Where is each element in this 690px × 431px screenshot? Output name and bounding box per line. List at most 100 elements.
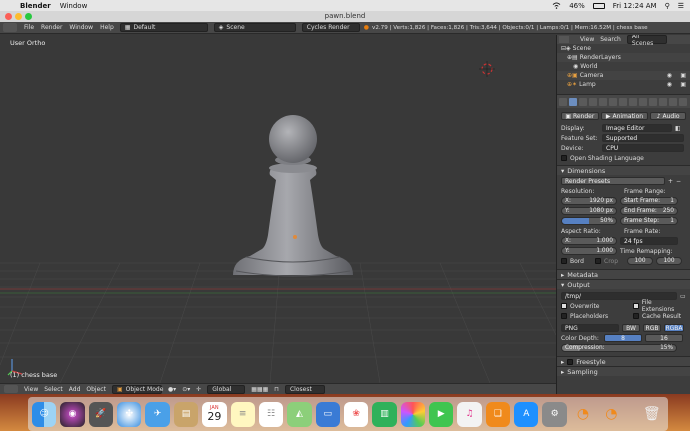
freestyle-checkbox[interactable] — [567, 358, 574, 365]
menu-view[interactable]: View — [24, 386, 38, 393]
outliner-menu-search[interactable]: Search — [600, 36, 621, 43]
start-frame-field[interactable]: Start Frame: 1 — [620, 197, 678, 205]
placeholders-checkbox[interactable] — [561, 313, 567, 319]
search-icon[interactable]: ⚲ — [665, 2, 670, 10]
contacts-icon[interactable]: ▤ — [173, 401, 199, 427]
aspect-y-field[interactable]: Y: 1.000 — [561, 247, 617, 255]
menu-object[interactable]: Object — [86, 386, 106, 393]
tab-world-icon[interactable] — [599, 97, 607, 106]
end-frame-field[interactable]: End Frame: 250 — [620, 207, 678, 215]
display-select[interactable]: Image Editor — [602, 124, 672, 132]
depth-8-button[interactable]: 8 — [604, 334, 642, 342]
notes-icon[interactable]: ≡ — [230, 401, 255, 427]
tab-editor-icon[interactable] — [559, 97, 567, 106]
lock-icon[interactable]: ◧ — [675, 125, 681, 132]
menu-add[interactable]: Add — [69, 386, 81, 393]
safari-icon[interactable]: ✣ — [117, 401, 142, 427]
outliner-item-lamp[interactable]: ⊕✶ Lamp ◉ ▣ — [557, 80, 690, 89]
menu-help[interactable]: Help — [100, 24, 114, 31]
feature-set-select[interactable]: Supported — [602, 134, 684, 142]
outliner-menu-view[interactable]: View — [580, 36, 594, 43]
shading-icon[interactable]: ●▾ — [168, 386, 176, 393]
color-rgb-button[interactable]: RGB — [643, 324, 661, 332]
mail-icon[interactable]: ✈ — [145, 401, 170, 427]
calendar-icon[interactable]: JAN 29 — [202, 401, 227, 427]
list-icon[interactable]: ☰ — [678, 2, 684, 10]
tab-particles-icon[interactable] — [669, 97, 677, 106]
menu-window[interactable]: Window — [69, 24, 93, 31]
tab-data-icon[interactable] — [639, 97, 647, 106]
resolution-percent-slider[interactable]: 50% — [561, 217, 617, 225]
battery-icon[interactable] — [592, 2, 605, 9]
scene-selector[interactable]: ◈ Scene — [213, 23, 296, 32]
bord-checkbox[interactable] — [561, 258, 567, 264]
render-engine-selector[interactable]: Cycles Render — [301, 23, 360, 32]
launchpad-icon[interactable]: 🚀 — [88, 401, 114, 427]
depth-16-button[interactable]: 16 — [645, 334, 683, 342]
blender-app-icon-2[interactable]: ◔ — [599, 402, 623, 427]
output-section[interactable]: ▾ Output — [557, 279, 690, 289]
visibility-eye-icon[interactable]: ◉ — [667, 81, 672, 88]
tab-scene-icon[interactable] — [589, 97, 597, 106]
tab-physics-icon[interactable] — [679, 97, 687, 106]
render-camera-icon[interactable]: ▣ — [680, 81, 686, 88]
finder-icon[interactable]: ☺ — [32, 401, 57, 427]
menu-select[interactable]: Select — [44, 386, 63, 393]
editor-type-icon[interactable] — [3, 23, 17, 32]
metadata-section[interactable]: ▸ Metadata — [557, 269, 690, 279]
device-select[interactable]: CPU — [602, 144, 684, 152]
animation-button[interactable]: ▶ Animation — [600, 112, 649, 120]
remap-new-field[interactable]: 100 — [656, 257, 682, 265]
music-icon[interactable]: ♫ — [457, 401, 482, 427]
outliner-item-renderlayers[interactable]: ⊕▤ RenderLayers — [557, 53, 690, 62]
tab-object-icon[interactable] — [609, 97, 617, 106]
mode-selector[interactable]: ▣ Object Mode — [111, 384, 163, 394]
render-camera-icon[interactable]: ▣ — [680, 72, 686, 79]
remap-old-field[interactable]: 100 — [627, 257, 653, 265]
layout-selector[interactable]: ▦ Default — [119, 23, 208, 32]
3d-viewport[interactable]: User Ortho (1) chess base — [0, 35, 556, 383]
visibility-eye-icon[interactable]: ◉ — [667, 72, 672, 79]
tab-modifiers-icon[interactable] — [629, 97, 637, 106]
orientation-selector[interactable]: Global — [207, 384, 246, 394]
zoom-window-button[interactable] — [25, 13, 32, 20]
wifi-icon[interactable] — [552, 2, 561, 9]
preset-add-icon[interactable]: + — [668, 178, 673, 185]
preset-remove-icon[interactable]: − — [676, 178, 681, 185]
manipulator-icon[interactable]: ✛ — [196, 386, 201, 393]
facetime-icon[interactable]: ▶ — [429, 401, 454, 427]
editor-type-icon[interactable] — [4, 385, 18, 393]
color-rgba-button[interactable]: RGBA — [664, 324, 684, 332]
audio-button[interactable]: ♪ Audio — [650, 112, 686, 120]
tab-layers-icon[interactable] — [579, 97, 587, 106]
osl-checkbox[interactable] — [561, 155, 567, 161]
window-menu[interactable]: Window — [60, 2, 88, 10]
file-format-select[interactable]: PNG — [561, 324, 619, 332]
tab-material-icon[interactable] — [649, 97, 657, 106]
color-bw-button[interactable]: BW — [622, 324, 640, 332]
cache-result-checkbox[interactable] — [633, 313, 639, 319]
overwrite-checkbox[interactable] — [561, 303, 567, 309]
menu-render[interactable]: Render — [41, 24, 62, 31]
render-button[interactable]: ▣ Render — [561, 112, 599, 120]
sampling-section[interactable]: ▸ Sampling — [557, 366, 690, 376]
photos-icon[interactable]: ❀ — [343, 401, 369, 427]
tab-texture-icon[interactable] — [659, 97, 667, 106]
layers-icon[interactable]: ▦▦▦ — [251, 386, 268, 393]
maps-icon[interactable]: ◭ — [287, 401, 312, 427]
resolution-x-field[interactable]: X: 1920 px — [561, 197, 617, 205]
trash-icon[interactable]: 🗑 — [640, 402, 664, 427]
tab-render-icon[interactable] — [569, 97, 577, 106]
photos-app-icon[interactable] — [400, 401, 426, 427]
clock[interactable]: Fri 12:24 AM — [613, 2, 657, 10]
siri-icon[interactable]: ◉ — [60, 401, 85, 427]
aspect-x-field[interactable]: X: 1.000 — [561, 237, 617, 245]
outliner-editor-icon[interactable] — [559, 36, 569, 43]
app-menu[interactable]: Blender — [20, 2, 51, 10]
numbers-icon[interactable]: ▥ — [372, 401, 397, 427]
compression-slider[interactable]: Compression: 15% — [561, 344, 677, 352]
app-store-icon[interactable]: A — [514, 401, 539, 427]
render-presets-select[interactable]: Render Presets — [561, 177, 665, 185]
menu-file[interactable]: File — [24, 24, 34, 31]
file-extensions-checkbox[interactable] — [632, 303, 639, 309]
